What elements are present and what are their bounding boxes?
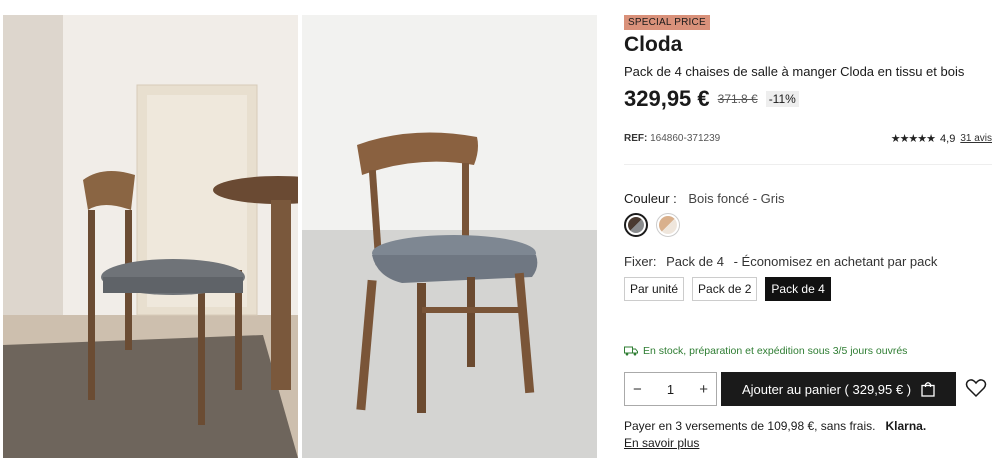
price-row: 329,95 € 371.8 € -11% — [624, 86, 799, 112]
stock-status: En stock, préparation et expédition sous… — [624, 345, 907, 357]
current-price: 329,95 € — [624, 86, 710, 111]
option-pack-de-4[interactable]: Pack de 4 — [765, 277, 831, 301]
color-label: Couleur : — [624, 191, 677, 206]
add-to-cart-button[interactable]: Ajouter au panier ( 329,95 € ) — [721, 372, 956, 406]
add-to-cart-label: Ajouter au panier ( 329,95 € ) — [741, 381, 912, 397]
ref-label: REF: — [624, 133, 648, 144]
decrease-button[interactable]: − — [633, 381, 642, 398]
klarna-logo: Klarna. — [885, 419, 927, 433]
special-price-badge: SPECIAL PRICE — [624, 15, 710, 30]
quantity-stepper: − 1 + — [624, 372, 717, 406]
pack-value: Pack de 4 — [666, 254, 724, 269]
ref-rating-row: REF: 164860-371239 ★★★★★ 4,9 31 avis — [624, 132, 992, 146]
color-value: Bois foncé - Gris — [688, 191, 785, 206]
divider — [624, 164, 992, 165]
increase-button[interactable]: + — [699, 381, 708, 398]
product-subtitle: Pack de 4 chaises de salle à manger Clod… — [624, 64, 965, 79]
rating-value: 4,9 — [940, 132, 956, 145]
chair-studio-image — [302, 15, 597, 458]
pack-options: Par unité Pack de 2 Pack de 4 — [624, 277, 831, 301]
swatch-dark-wood-grey[interactable] — [624, 213, 648, 237]
option-pack-de-2[interactable]: Pack de 2 — [692, 277, 758, 301]
color-row: Couleur : Bois foncé - Gris — [624, 191, 784, 206]
product-photo-studio[interactable] — [302, 15, 597, 458]
truck-icon — [624, 346, 638, 356]
discount-badge: -11% — [765, 91, 799, 107]
installment-text: Payer en 3 versements de 109,98 €, sans … — [624, 419, 876, 433]
reviews-link[interactable]: 31 avis — [960, 133, 992, 144]
pack-label: Fixer: — [624, 254, 657, 269]
shopping-bag-icon — [921, 382, 935, 397]
pack-row: Fixer: Pack de 4 - Économisez en achetan… — [624, 254, 943, 269]
quantity-value[interactable]: 1 — [667, 382, 674, 397]
swatch-dark-wood-grey-fill — [628, 217, 644, 233]
ref-value: 164860-371239 — [650, 133, 721, 144]
product-ref: REF: 164860-371239 — [624, 133, 720, 144]
color-swatches — [624, 213, 680, 237]
pack-hint: - Économisez en achetant par pack — [733, 254, 938, 269]
installment-row: Payer en 3 versements de 109,98 €, sans … — [624, 419, 926, 433]
product-title: Cloda — [624, 33, 683, 56]
old-price: 371.8 € — [717, 92, 758, 106]
rating-stars-icon: ★★★★★ — [890, 133, 936, 145]
option-par-unite[interactable]: Par unité — [624, 277, 685, 301]
learn-more-link[interactable]: En savoir plus — [624, 436, 699, 450]
swatch-light-wood-beige-fill — [659, 216, 677, 234]
product-photo-room[interactable] — [3, 15, 298, 458]
stock-text: En stock, préparation et expédition sous… — [643, 345, 908, 357]
swatch-light-wood-beige[interactable] — [656, 213, 680, 237]
chair-room-image — [3, 15, 298, 458]
rating: ★★★★★ 4,9 31 avis — [890, 132, 992, 146]
wishlist-heart-icon[interactable] — [965, 378, 987, 403]
